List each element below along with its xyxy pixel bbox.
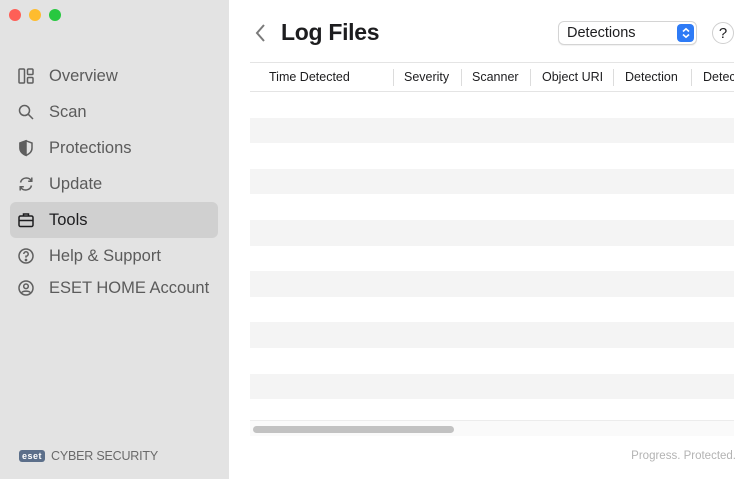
minimize-window-button[interactable]: [29, 9, 41, 21]
log-type-select-value: Detections: [567, 25, 636, 41]
product-brand: eset CYBER SECURITY: [19, 449, 158, 463]
sidebar-item-label: Help & Support: [49, 246, 161, 265]
user-circle-icon: [16, 278, 36, 298]
table-row: [250, 143, 734, 169]
shield-icon: [16, 138, 36, 158]
column-header-detection[interactable]: Detection: [625, 63, 678, 91]
table-row: [250, 373, 734, 400]
table-row: [250, 322, 734, 348]
column-divider[interactable]: [691, 69, 692, 86]
column-divider[interactable]: [461, 69, 462, 86]
column-divider[interactable]: [393, 69, 394, 86]
zoom-window-button[interactable]: [49, 9, 61, 21]
sidebar-item-update[interactable]: Update: [10, 166, 218, 202]
table-row: [250, 219, 734, 246]
close-window-button[interactable]: [9, 9, 21, 21]
table-row: [250, 194, 734, 220]
eset-logo: eset: [19, 450, 46, 462]
help-button[interactable]: ?: [712, 22, 734, 44]
table-row: [250, 168, 734, 195]
page-title: Log Files: [281, 19, 380, 45]
window-controls: [9, 9, 61, 21]
sidebar-item-label: Overview: [49, 66, 118, 85]
sidebar-item-overview[interactable]: Overview: [10, 58, 218, 94]
refresh-icon: [16, 174, 36, 194]
sidebar-item-label: ESET HOME Account: [49, 278, 210, 297]
scrollbar-thumb[interactable]: [253, 426, 454, 433]
sidebar-item-help-support[interactable]: Help & Support: [10, 238, 218, 274]
sidebar-item-tools[interactable]: Tools: [10, 202, 218, 238]
sidebar-item-scan[interactable]: Scan: [10, 94, 218, 130]
briefcase-icon: [16, 210, 36, 230]
table-row: [250, 348, 734, 374]
table-row: [250, 92, 734, 118]
table-row: [250, 246, 734, 272]
tagline: Progress. Protected.: [631, 450, 736, 462]
column-header-severity[interactable]: Severity: [404, 63, 449, 91]
sidebar-nav: Overview Scan Protections Update Tools H…: [10, 58, 218, 302]
product-name: CYBER SECURITY: [51, 449, 158, 463]
chevron-left-icon: [255, 24, 265, 42]
column-header-object-uri[interactable]: Object URI: [542, 63, 603, 91]
column-divider[interactable]: [530, 69, 531, 86]
sidebar: Overview Scan Protections Update Tools H…: [0, 0, 229, 479]
log-table: Time Detected Severity Scanner Object UR…: [250, 62, 734, 436]
column-header-time-detected[interactable]: Time Detected: [269, 63, 350, 91]
column-header-detection-truncated[interactable]: Detec: [703, 63, 734, 91]
back-button[interactable]: [253, 22, 269, 44]
horizontal-scrollbar[interactable]: [250, 420, 734, 436]
column-divider[interactable]: [613, 69, 614, 86]
search-icon: [16, 102, 36, 122]
sidebar-item-label: Tools: [49, 210, 88, 229]
chevron-up-down-icon: [677, 24, 694, 42]
column-header-scanner[interactable]: Scanner: [472, 63, 519, 91]
overview-icon: [16, 66, 36, 86]
table-header: Time Detected Severity Scanner Object UR…: [250, 62, 734, 92]
table-row: [250, 297, 734, 323]
question-circle-icon: [16, 246, 36, 266]
table-body: [250, 92, 734, 418]
log-type-select[interactable]: Detections: [558, 21, 697, 45]
sidebar-item-eset-home-account[interactable]: ESET HOME Account: [10, 274, 218, 302]
sidebar-item-label: Update: [49, 174, 103, 193]
table-row: [250, 117, 734, 144]
sidebar-item-protections[interactable]: Protections: [10, 130, 218, 166]
sidebar-item-label: Scan: [49, 102, 87, 121]
main-panel: Log Files Detections ? Time Detected Sev…: [229, 0, 756, 479]
sidebar-item-label: Protections: [49, 138, 132, 157]
table-row: [250, 271, 734, 297]
